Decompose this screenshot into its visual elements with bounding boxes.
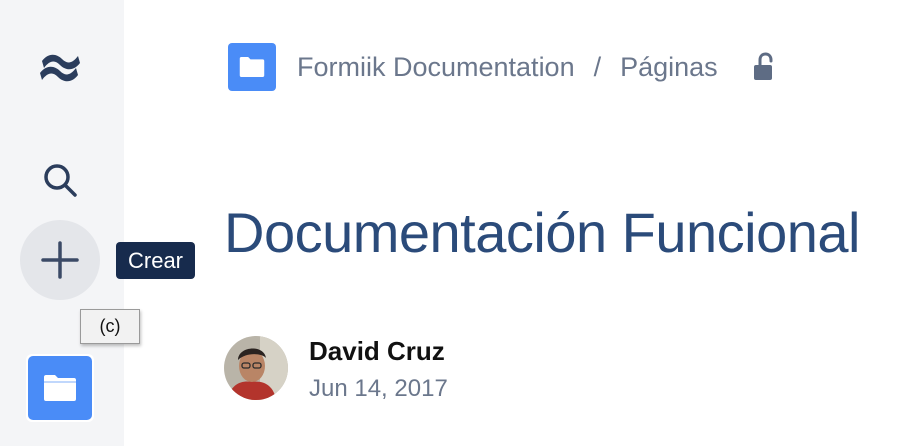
page-title: Documentación Funcional <box>224 201 860 264</box>
create-button[interactable] <box>20 220 100 300</box>
breadcrumb-pages-link[interactable]: Páginas <box>620 52 718 83</box>
search-icon <box>44 164 77 197</box>
confluence-page: Crear (c) Formiik Documentation / Página… <box>0 0 900 446</box>
breadcrumb: Formiik Documentation / Páginas <box>228 42 778 92</box>
plus-icon <box>41 241 79 279</box>
folder-icon <box>239 57 265 77</box>
folder-icon <box>44 375 76 401</box>
unlock-icon[interactable] <box>752 52 778 82</box>
breadcrumb-space-avatar[interactable] <box>228 43 276 91</box>
search-button[interactable] <box>38 158 82 202</box>
breadcrumb-space-link[interactable]: Formiik Documentation <box>297 52 575 83</box>
page-date[interactable]: Jun 14, 2017 <box>309 375 448 403</box>
keyboard-shortcut-hint: (c) <box>80 309 140 344</box>
create-tooltip: Crear <box>116 242 196 279</box>
global-sidebar <box>0 0 124 446</box>
space-avatar <box>28 356 92 420</box>
current-space-button[interactable] <box>26 354 94 422</box>
breadcrumb-separator: / <box>593 51 602 82</box>
author-name[interactable]: David Cruz <box>309 336 445 367</box>
author-avatar[interactable] <box>224 336 288 400</box>
confluence-logo-icon[interactable] <box>36 44 84 92</box>
